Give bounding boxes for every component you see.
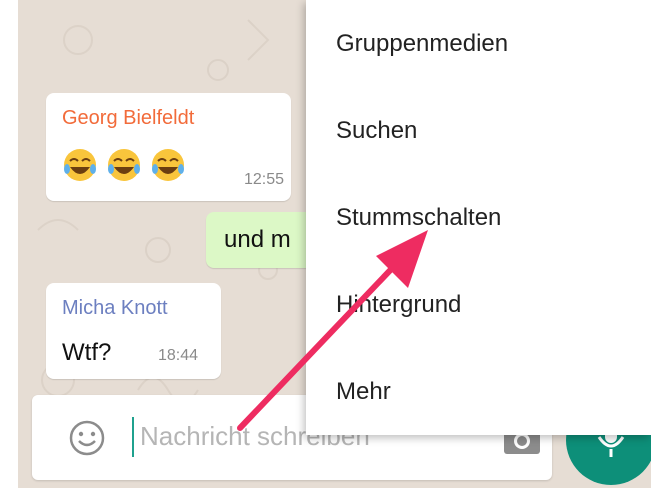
message-text: Wtf? [62,339,112,366]
laughing-emoji-icon [152,149,184,181]
emoji-icon[interactable] [68,419,106,457]
message-time: 12:55 [244,171,285,188]
laughing-emoji-icon [108,149,140,181]
message-bubble-micha[interactable]: Micha Knott Wtf? 18:44 [46,283,221,379]
message-text: und m [224,226,291,253]
chat-screen: Georg Bielfeldt 12:55 und m Micha Knott … [18,0,651,488]
sender-name: Georg Bielfeldt [62,107,195,129]
text-cursor [132,417,134,457]
menu-item-mehr[interactable]: Mehr [336,378,391,406]
menu-item-stummschalten[interactable]: Stummschalten [336,204,501,232]
menu-item-suchen[interactable]: Suchen [336,117,417,145]
menu-item-hintergrund[interactable]: Hintergrund [336,291,461,319]
overflow-menu: Gruppenmedien Suchen Stummschalten Hinte… [306,0,651,435]
sender-name: Micha Knott [62,297,168,319]
laughing-emoji-icon [64,149,96,181]
message-time: 18:44 [158,347,199,364]
message-bubble-georg[interactable]: Georg Bielfeldt 12:55 [46,93,291,201]
menu-item-gruppenmedien[interactable]: Gruppenmedien [336,30,508,58]
